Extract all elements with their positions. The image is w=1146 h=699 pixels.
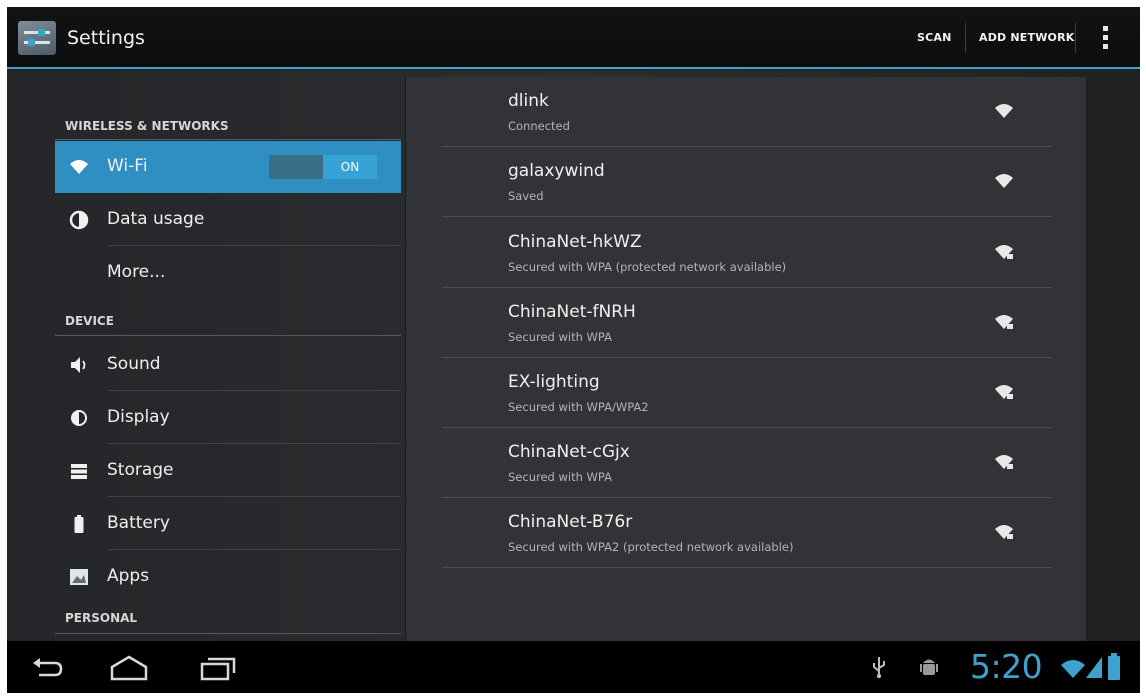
item-divider <box>107 245 401 246</box>
toggle-track <box>269 155 323 179</box>
section-divider <box>55 139 401 140</box>
display-icon <box>71 410 87 426</box>
recent-apps-icon[interactable] <box>199 655 237 681</box>
wifi-lock-icon <box>995 525 1013 539</box>
data-usage-icon <box>69 210 89 230</box>
back-icon[interactable] <box>31 657 65 679</box>
sidebar-item-storage[interactable]: Storage <box>55 445 401 497</box>
wifi-lock-icon <box>995 385 1013 399</box>
item-divider <box>107 549 401 550</box>
scan-button[interactable]: SCAN <box>917 31 952 44</box>
apps-icon <box>70 569 88 585</box>
network-status: Secured with WPA <box>508 330 612 344</box>
network-ssid: ChinaNet-fNRH <box>508 302 636 322</box>
usb-icon <box>873 657 885 679</box>
action-bar: Settings SCAN ADD NETWORK <box>7 7 1140 69</box>
wifi-signal-icon <box>995 104 1013 118</box>
add-network-button[interactable]: ADD NETWORK <box>979 31 1075 44</box>
system-navigation-bar: 5:20 <box>7 641 1140 693</box>
settings-content: WIRELESS & NETWORKS Wi-Fi ON Data usage … <box>7 71 1140 641</box>
sidebar-item-apps[interactable]: Apps <box>55 551 401 603</box>
section-divider <box>55 335 401 336</box>
network-status: Secured with WPA <box>508 470 612 484</box>
tablet-screen: Settings SCAN ADD NETWORK WIRELESS & NET… <box>7 7 1140 693</box>
item-divider <box>107 496 401 497</box>
wifi-status-icon <box>1061 660 1085 678</box>
sidebar-item-wifi[interactable]: Wi-Fi ON <box>55 141 401 193</box>
wifi-lock-icon <box>995 315 1013 329</box>
sidebar-item-sound[interactable]: Sound <box>55 339 401 391</box>
section-divider <box>55 633 401 634</box>
sound-icon <box>71 357 86 373</box>
action-separator <box>1075 23 1076 53</box>
sidebar-item-label: Display <box>107 407 170 427</box>
network-ssid: EX-lighting <box>508 372 600 392</box>
item-divider <box>107 390 401 391</box>
section-header-device: DEVICE <box>65 314 114 328</box>
storage-icon <box>71 464 87 479</box>
toggle-on-label: ON <box>323 155 377 179</box>
app-title: Settings <box>67 27 145 49</box>
battery-status-icon <box>1108 653 1120 680</box>
sidebar-item-label: Sound <box>107 354 161 374</box>
sidebar-item-label: Data usage <box>107 209 205 229</box>
sidebar-item-battery[interactable]: Battery <box>55 498 401 550</box>
sidebar-item-label: Apps <box>107 566 150 586</box>
wifi-lock-icon <box>995 245 1013 259</box>
action-separator <box>965 23 966 53</box>
network-ssid: dlink <box>508 91 549 111</box>
sidebar-item-display[interactable]: Display <box>55 392 401 444</box>
network-ssid: ChinaNet-hkWZ <box>508 232 642 252</box>
wifi-network-row[interactable]: dlink Connected <box>442 77 1052 147</box>
status-clock: 5:20 <box>970 647 1043 686</box>
sidebar-item-label: Storage <box>107 460 174 480</box>
wifi-network-row[interactable]: galaxywind Saved <box>442 147 1052 217</box>
network-status: Secured with WPA/WPA2 <box>508 400 649 414</box>
overflow-menu-icon[interactable] <box>1103 26 1109 50</box>
sidebar-item-more[interactable]: More... <box>55 247 401 299</box>
wifi-icon <box>70 160 88 174</box>
signal-icon <box>1086 657 1102 678</box>
network-status: Secured with WPA2 (protected network ava… <box>508 540 794 554</box>
wifi-network-row[interactable]: EX-lighting Secured with WPA/WPA2 <box>442 358 1052 428</box>
wifi-toggle[interactable]: ON <box>269 155 377 179</box>
settings-app-icon[interactable] <box>18 21 56 55</box>
wifi-signal-icon <box>995 174 1013 188</box>
android-debug-icon <box>920 659 938 675</box>
network-status: Secured with WPA (protected network avai… <box>508 260 787 274</box>
sidebar-item-label: Wi-Fi <box>107 156 148 176</box>
sidebar-item-label: More... <box>107 262 166 282</box>
wifi-network-row[interactable]: ChinaNet-B76r Secured with WPA2 (protecte… <box>442 498 1052 568</box>
settings-sidebar: WIRELESS & NETWORKS Wi-Fi ON Data usage … <box>55 71 401 641</box>
network-ssid: ChinaNet-B76r <box>508 512 633 532</box>
network-status: Saved <box>508 189 544 203</box>
wifi-network-row[interactable]: ChinaNet-cGjx Secured with WPA <box>442 428 1052 498</box>
network-status: Connected <box>508 119 570 133</box>
sidebar-item-data-usage[interactable]: Data usage <box>55 194 401 246</box>
battery-icon <box>74 515 84 533</box>
wifi-network-row[interactable]: ChinaNet-fNRH Secured with WPA <box>442 288 1052 358</box>
section-header-wireless: WIRELESS & NETWORKS <box>65 119 229 133</box>
sidebar-item-label: Battery <box>107 513 170 533</box>
wifi-network-list: dlink Connected galaxywind Saved ChinaNet-hk… <box>405 77 1087 641</box>
item-divider <box>107 443 401 444</box>
wifi-lock-icon <box>995 455 1013 469</box>
network-ssid: ChinaNet-cGjx <box>508 442 630 462</box>
network-ssid: galaxywind <box>508 161 605 181</box>
home-icon[interactable] <box>109 655 149 681</box>
wifi-network-row[interactable]: ChinaNet-hkWZ Secured with WPA (protected… <box>442 218 1052 288</box>
section-header-personal: PERSONAL <box>65 611 138 625</box>
